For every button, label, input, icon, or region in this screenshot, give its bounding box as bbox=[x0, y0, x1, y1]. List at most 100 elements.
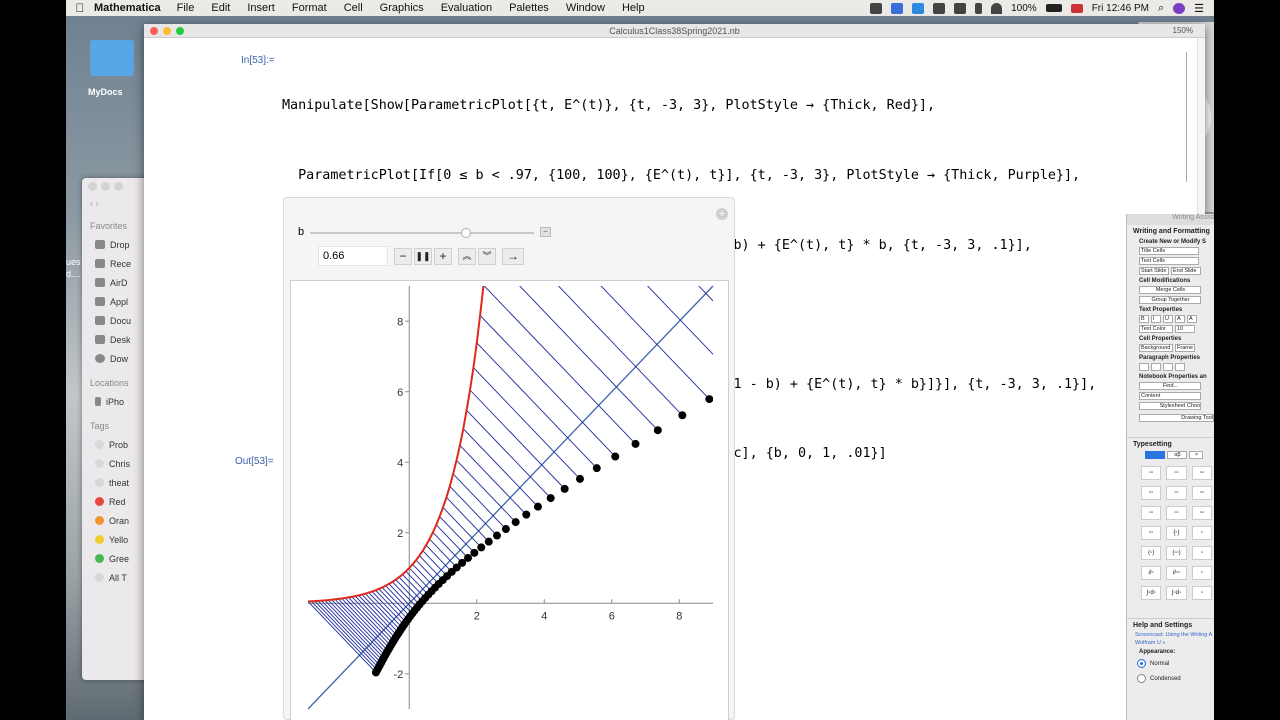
typeset-template[interactable]: ∫▫d▫ bbox=[1141, 586, 1162, 600]
faster-button[interactable]: ︽ bbox=[458, 248, 476, 265]
typeset-template[interactable]: ▫▫ bbox=[1191, 486, 1212, 500]
search-icon[interactable]: ⌕ bbox=[1158, 2, 1164, 15]
align-center-icon[interactable] bbox=[1151, 363, 1161, 371]
typeset-template[interactable]: ▫ bbox=[1191, 526, 1212, 540]
typeset-template[interactable]: ▫▫ bbox=[1141, 526, 1162, 540]
plus-circle-icon[interactable]: + bbox=[716, 208, 728, 220]
s-app-icon[interactable] bbox=[933, 2, 946, 14]
flag-icon[interactable] bbox=[1070, 3, 1083, 13]
menu-format[interactable]: Format bbox=[292, 2, 327, 14]
background-select[interactable]: Background bbox=[1139, 344, 1173, 352]
end-slide-button[interactable]: End Slide bbox=[1171, 267, 1201, 275]
folder-icon[interactable] bbox=[90, 40, 134, 76]
increase-font-button[interactable]: A bbox=[1175, 315, 1185, 323]
pause-button[interactable]: ❚❚ bbox=[414, 248, 432, 265]
b-value-field[interactable]: 0.66 bbox=[318, 246, 388, 266]
menu-cell[interactable]: Cell bbox=[344, 2, 363, 14]
underline-button[interactable]: U bbox=[1163, 315, 1173, 323]
minimize-button[interactable] bbox=[163, 27, 171, 35]
font-size-select[interactable]: 10 bbox=[1175, 325, 1195, 333]
typeset-template[interactable]: ▫ bbox=[1191, 546, 1212, 560]
slider-expand-button[interactable]: − bbox=[540, 227, 551, 237]
bold-button[interactable]: B bbox=[1139, 315, 1149, 323]
section-help-settings[interactable]: Help and Settings bbox=[1127, 618, 1214, 631]
italic-button[interactable]: I bbox=[1151, 315, 1161, 323]
app-menu[interactable]: Mathematica bbox=[94, 2, 161, 14]
typeset-template[interactable]: (▫) bbox=[1141, 546, 1162, 560]
title-cells-select[interactable]: Title Cells bbox=[1139, 247, 1199, 255]
clock[interactable]: Fri 12:46 PM bbox=[1092, 3, 1149, 14]
menu-palettes[interactable]: Palettes bbox=[509, 2, 549, 14]
content-select[interactable]: Content bbox=[1139, 392, 1201, 400]
merge-cells-button[interactable]: Merge Cells bbox=[1139, 286, 1201, 294]
wifi-icon[interactable] bbox=[991, 2, 1003, 14]
appearance-normal-option[interactable]: Normal bbox=[1127, 656, 1214, 671]
slower-button[interactable]: ︾ bbox=[478, 248, 496, 265]
step-forward-button[interactable]: + bbox=[434, 248, 452, 265]
data-point bbox=[575, 474, 584, 483]
cell-bracket[interactable] bbox=[1184, 52, 1187, 182]
typeset-template[interactable]: ∫▫d▫ bbox=[1166, 586, 1187, 600]
radio-button[interactable] bbox=[1137, 674, 1146, 683]
typeset-template[interactable]: ▫▫ bbox=[1166, 486, 1187, 500]
zoom-button[interactable] bbox=[176, 27, 184, 35]
text-cells-select[interactable]: Text Cells bbox=[1139, 257, 1199, 265]
stylesheet-chooser[interactable]: Stylesheet Choo bbox=[1139, 402, 1201, 410]
align-left-icon[interactable] bbox=[1139, 363, 1149, 371]
screencast-link[interactable]: Screencast: Using the Writing A bbox=[1127, 631, 1214, 639]
typeset-template[interactable]: ∂▫ bbox=[1141, 566, 1162, 580]
section-writing-formatting[interactable]: Writing and Formatting bbox=[1127, 225, 1214, 237]
appearance-condensed-option[interactable]: Condensed bbox=[1127, 671, 1214, 686]
typeset-template[interactable]: {▫} bbox=[1166, 526, 1187, 540]
control-center-icon[interactable]: ☰ bbox=[1194, 2, 1204, 15]
shield-icon[interactable] bbox=[870, 2, 883, 14]
zoom-level[interactable]: 150% bbox=[1173, 24, 1193, 38]
apple-menu-icon[interactable]:  bbox=[66, 1, 94, 15]
typeset-template[interactable]: ▫ bbox=[1191, 586, 1212, 600]
typeset-template[interactable]: ▫▫ bbox=[1191, 506, 1212, 520]
typeset-template[interactable]: ▫▫ bbox=[1166, 506, 1187, 520]
tag-color-dot bbox=[95, 573, 104, 582]
typeset-tab-ops[interactable]: × bbox=[1189, 451, 1203, 459]
direction-button[interactable]: → bbox=[502, 248, 524, 265]
menu-help[interactable]: Help bbox=[622, 2, 645, 14]
align-right-icon[interactable] bbox=[1163, 363, 1173, 371]
decrease-font-button[interactable]: A bbox=[1187, 315, 1197, 323]
menu-evaluation[interactable]: Evaluation bbox=[441, 2, 492, 14]
typeset-template[interactable]: ▫ bbox=[1191, 566, 1212, 580]
radio-button-selected[interactable] bbox=[1137, 659, 1146, 668]
screenshot-icon[interactable] bbox=[954, 2, 967, 14]
typeset-template[interactable]: ▫▫ bbox=[1141, 486, 1162, 500]
menu-graphics[interactable]: Graphics bbox=[380, 2, 424, 14]
drawing-tools-button[interactable]: Drawing Tool bbox=[1139, 414, 1214, 422]
typeset-template[interactable]: ▫▫ bbox=[1191, 466, 1212, 480]
align-justify-icon[interactable] bbox=[1175, 363, 1185, 371]
typeset-template[interactable]: ▫▫ bbox=[1166, 466, 1187, 480]
menu-edit[interactable]: Edit bbox=[211, 2, 230, 14]
close-button[interactable] bbox=[150, 27, 158, 35]
b-slider[interactable] bbox=[310, 232, 534, 234]
menu-insert[interactable]: Insert bbox=[247, 2, 275, 14]
step-back-button[interactable]: − bbox=[394, 248, 412, 265]
typeset-template[interactable]: ∂▫▫ bbox=[1166, 566, 1187, 580]
group-together-button[interactable]: Group Together bbox=[1139, 296, 1201, 304]
menu-file[interactable]: File bbox=[177, 2, 195, 14]
start-slide-button[interactable]: Start Slide bbox=[1139, 267, 1169, 275]
slider-thumb[interactable] bbox=[461, 228, 471, 238]
typeset-template[interactable]: ▫▫ bbox=[1141, 506, 1162, 520]
find-button[interactable]: Find... bbox=[1139, 382, 1201, 390]
typeset-tab-active[interactable] bbox=[1145, 451, 1165, 459]
bluetooth-icon[interactable] bbox=[975, 2, 983, 14]
siri-icon[interactable] bbox=[1173, 2, 1186, 14]
menu-window[interactable]: Window bbox=[566, 2, 605, 14]
zoom-icon[interactable] bbox=[912, 2, 925, 14]
typeset-tab-greek[interactable]: αβ bbox=[1167, 451, 1187, 459]
typeset-template[interactable]: ▫▫ bbox=[1141, 466, 1162, 480]
frame-select[interactable]: Frame bbox=[1175, 344, 1195, 352]
dropbox-icon[interactable] bbox=[891, 2, 904, 14]
battery-icon[interactable] bbox=[1045, 4, 1062, 12]
wolfram-u-link[interactable]: Wolfram U » bbox=[1127, 639, 1214, 647]
typeset-template[interactable]: (▫▫) bbox=[1166, 546, 1187, 560]
text-color-select[interactable]: Text Color bbox=[1139, 325, 1173, 333]
section-typesetting[interactable]: Typesetting bbox=[1127, 437, 1214, 450]
